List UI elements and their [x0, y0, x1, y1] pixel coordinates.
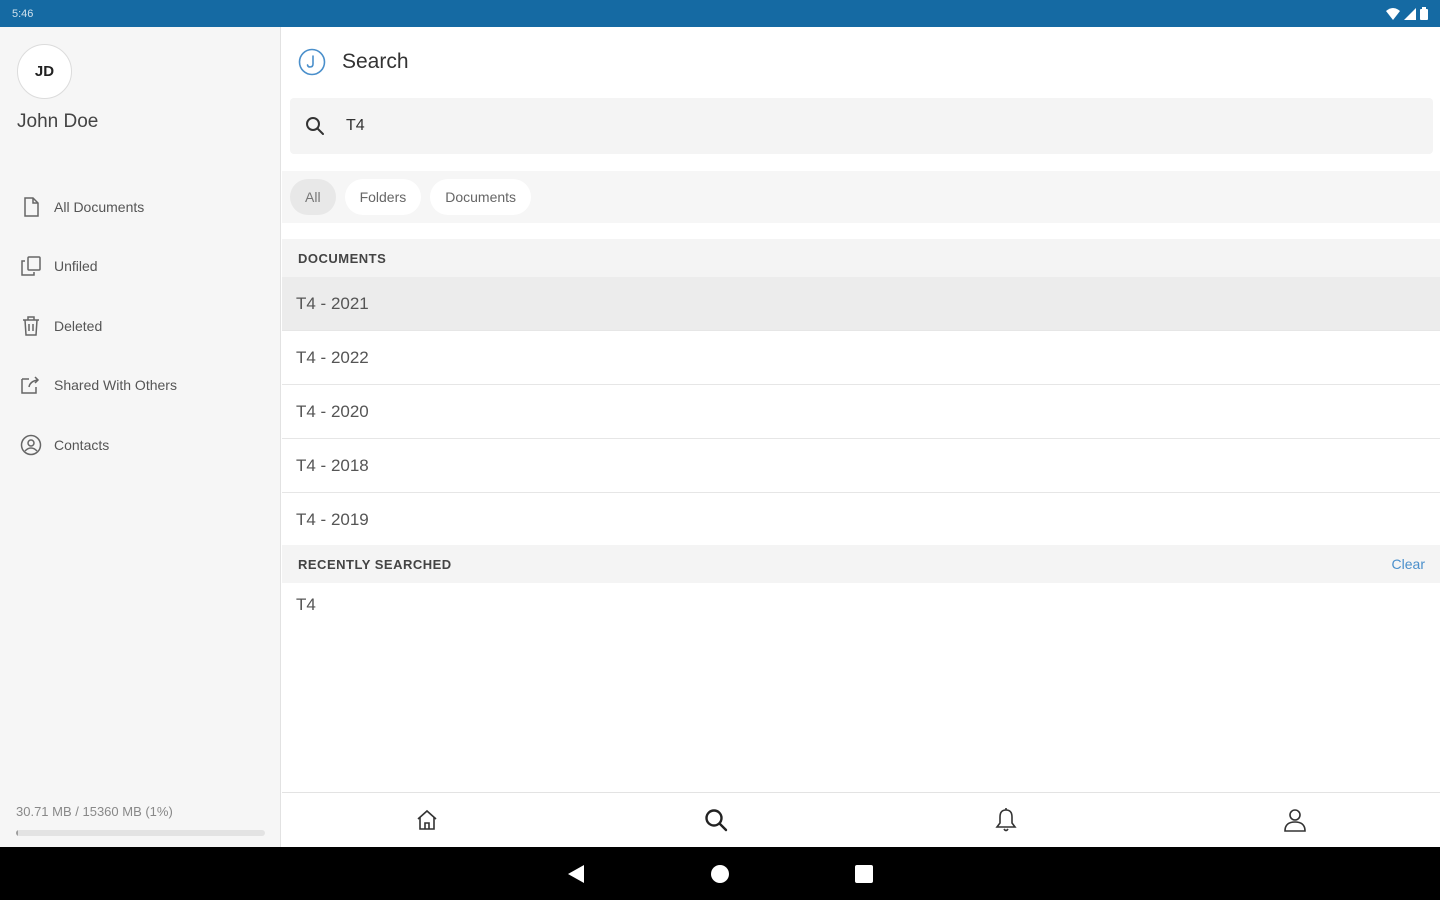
status-bar: 5:46: [0, 0, 1440, 27]
document-list: T4 - 2021 T4 - 2022 T4 - 2020 T4 - 2018 …: [282, 277, 1440, 547]
filter-chip-all[interactable]: All: [290, 179, 336, 215]
document-icon: [19, 195, 43, 219]
bottom-nav-notifications[interactable]: [861, 793, 1151, 847]
search-icon: [306, 117, 324, 135]
filter-chip-folders[interactable]: Folders: [344, 179, 422, 215]
sidebar-nav: All Documents Unfiled Deleted Shared Wit…: [0, 177, 280, 475]
home-circle-icon: [711, 864, 729, 883]
sidebar-item-shared-with-others[interactable]: Shared With Others: [0, 356, 280, 416]
sidebar-item-deleted[interactable]: Deleted: [0, 296, 280, 356]
filter-chip-documents[interactable]: Documents: [430, 179, 532, 215]
page-title: Search: [342, 50, 409, 73]
back-icon: [568, 864, 584, 883]
bottom-nav-profile[interactable]: [1151, 793, 1440, 847]
list-item[interactable]: T4 - 2020: [282, 385, 1440, 439]
wifi-icon: [1386, 7, 1400, 20]
search-icon: [705, 809, 728, 832]
storage-progress-bar: [16, 830, 265, 836]
system-home-button[interactable]: [698, 852, 742, 896]
system-recents-button[interactable]: [842, 852, 886, 896]
list-item[interactable]: T4 - 2019: [282, 493, 1440, 547]
storage-usage-text: 30.71 MB / 15360 MB (1%): [16, 804, 173, 819]
sidebar-item-label: All Documents: [54, 198, 145, 215]
status-time: 5:46: [12, 7, 34, 20]
avatar[interactable]: JD: [17, 44, 72, 99]
user-name: John Doe: [17, 111, 99, 132]
filter-chips: All Folders Documents: [282, 171, 1440, 223]
copy-icon: [19, 254, 43, 278]
list-item[interactable]: T4 - 2021: [282, 277, 1440, 331]
bottom-nav-home[interactable]: [282, 793, 572, 847]
sidebar-item-unfiled[interactable]: Unfiled: [0, 237, 280, 297]
section-title: DOCUMENTS: [298, 250, 387, 266]
bell-icon: [995, 808, 1017, 832]
recents-icon: [855, 864, 873, 883]
signal-icon: [1404, 7, 1416, 20]
search-input[interactable]: [346, 117, 1246, 135]
system-back-button[interactable]: [554, 852, 598, 896]
app-logo-icon: [298, 48, 326, 76]
documents-section-header: DOCUMENTS: [282, 239, 1440, 277]
sidebar-item-label: Unfiled: [54, 258, 98, 275]
sidebar-item-label: Deleted: [54, 317, 103, 334]
home-icon: [417, 809, 437, 830]
page-header: Search: [282, 27, 1440, 97]
recent-search-item[interactable]: T4: [296, 595, 316, 615]
section-title: RECENTLY SEARCHED: [298, 556, 452, 572]
list-item[interactable]: T4 - 2022: [282, 331, 1440, 385]
status-icons: [1386, 7, 1428, 20]
bottom-nav: [282, 792, 1440, 847]
clear-button[interactable]: Clear: [1392, 556, 1425, 572]
person-icon: [1284, 809, 1307, 832]
search-bar[interactable]: [290, 98, 1433, 154]
sidebar-item-all-documents[interactable]: All Documents: [0, 177, 280, 237]
contact-icon: [19, 433, 43, 457]
sidebar-item-label: Contacts: [54, 436, 110, 453]
recent-section-header: RECENTLY SEARCHED Clear: [282, 545, 1440, 583]
system-nav-bar: [0, 847, 1440, 900]
bottom-nav-search[interactable]: [572, 793, 862, 847]
list-item[interactable]: T4 - 2018: [282, 439, 1440, 493]
sidebar: JD John Doe All Documents Unfiled Delete…: [0, 27, 281, 847]
sidebar-item-label: Shared With Others: [54, 377, 177, 394]
battery-icon: [1420, 7, 1428, 20]
storage-progress-fill: [16, 830, 19, 836]
main-content: Search All Folders Documents DOCUMENTS T…: [282, 27, 1440, 847]
trash-icon: [19, 314, 43, 338]
sidebar-item-contacts[interactable]: Contacts: [0, 415, 280, 475]
share-icon: [19, 373, 43, 397]
